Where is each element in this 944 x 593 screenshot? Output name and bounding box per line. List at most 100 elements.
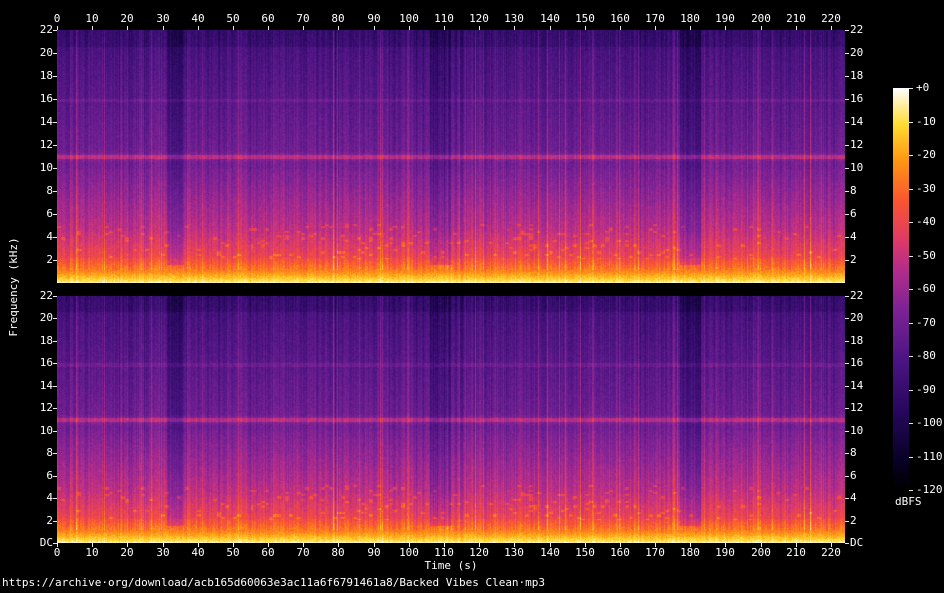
- x-tick-label-bottom: 180: [674, 547, 706, 559]
- axis-tick: [53, 363, 57, 364]
- axis-tick: [761, 543, 762, 547]
- x-tick-label-top: 20: [111, 13, 143, 25]
- axis-tick: [845, 30, 849, 31]
- spectrogram-channel-2: [57, 296, 845, 543]
- x-tick-label-top: 70: [287, 13, 319, 25]
- axis-tick: [303, 26, 304, 30]
- colorbar-tick-label: +0: [916, 82, 944, 94]
- axis-tick: [655, 26, 656, 30]
- axis-tick: [845, 431, 849, 432]
- axis-tick: [53, 237, 57, 238]
- axis-tick: [409, 543, 410, 547]
- colorbar-tick-label: -80: [916, 350, 944, 362]
- axis-tick: [845, 476, 849, 477]
- y-tick-label-right: 16: [850, 357, 878, 369]
- y-tick-label-left: 14: [25, 116, 53, 128]
- y-tick-label-left: 6: [25, 470, 53, 482]
- axis-tick: [338, 543, 339, 547]
- y-tick-label-left: 16: [25, 357, 53, 369]
- x-tick-label-bottom: 220: [815, 547, 847, 559]
- x-tick-label-bottom: 60: [252, 547, 284, 559]
- axis-tick: [53, 453, 57, 454]
- colorbar-tick-label: -20: [916, 149, 944, 161]
- x-tick-label-bottom: 100: [393, 547, 425, 559]
- axis-tick: [845, 260, 849, 261]
- x-tick-label-top: 190: [709, 13, 741, 25]
- x-tick-label-top: 100: [393, 13, 425, 25]
- axis-tick: [233, 543, 234, 547]
- y-tick-label-right: 14: [850, 380, 878, 392]
- axis-tick: [909, 155, 913, 156]
- x-tick-label-top: 50: [217, 13, 249, 25]
- y-tick-label-right: 10: [850, 162, 878, 174]
- axis-tick: [909, 356, 913, 357]
- axis-tick: [845, 543, 849, 544]
- y-tick-label-right: 2: [850, 254, 878, 266]
- time-axis-label: Time (s): [57, 560, 845, 572]
- axis-tick: [620, 26, 621, 30]
- axis-tick: [845, 521, 849, 522]
- x-tick-label-bottom: 80: [322, 547, 354, 559]
- axis-tick: [909, 323, 913, 324]
- axis-tick: [53, 168, 57, 169]
- x-tick-label-top: 90: [358, 13, 390, 25]
- y-tick-label-left: 22: [25, 24, 53, 36]
- source-url-text: https://archive·org/download/acb165d6006…: [2, 577, 545, 589]
- axis-tick: [57, 26, 58, 30]
- y-tick-label-right: 10: [850, 425, 878, 437]
- y-tick-label-right: 22: [850, 290, 878, 302]
- axis-tick: [796, 543, 797, 547]
- x-tick-label-bottom: 90: [358, 547, 390, 559]
- colorbar-tick-label: -100: [916, 417, 944, 429]
- x-tick-label-top: 40: [182, 13, 214, 25]
- colorbar-tick-label: -50: [916, 250, 944, 262]
- axis-tick: [690, 543, 691, 547]
- x-tick-label-top: 210: [780, 13, 812, 25]
- y-tick-label-right: 20: [850, 47, 878, 59]
- x-tick-label-top: 200: [745, 13, 777, 25]
- colorbar-tick-label: -10: [916, 116, 944, 128]
- x-tick-label-top: 130: [498, 13, 530, 25]
- colorbar-tick-label: -120: [916, 484, 944, 496]
- axis-tick: [725, 26, 726, 30]
- y-tick-label-left: 4: [25, 231, 53, 243]
- y-tick-label-right: 12: [850, 402, 878, 414]
- y-tick-label-left: 2: [25, 254, 53, 266]
- axis-tick: [514, 543, 515, 547]
- axis-tick: [550, 26, 551, 30]
- x-tick-label-top: 170: [639, 13, 671, 25]
- x-tick-label-top: 60: [252, 13, 284, 25]
- colorbar-tick-label: -90: [916, 384, 944, 396]
- x-tick-label-bottom: 50: [217, 547, 249, 559]
- x-tick-label-bottom: 130: [498, 547, 530, 559]
- x-tick-label-top: 150: [569, 13, 601, 25]
- x-tick-label-top: 110: [428, 13, 460, 25]
- axis-tick: [620, 543, 621, 547]
- y-tick-label-left: 20: [25, 47, 53, 59]
- axis-tick: [909, 222, 913, 223]
- axis-tick: [53, 30, 57, 31]
- x-tick-label-bottom: 140: [534, 547, 566, 559]
- axis-tick: [53, 191, 57, 192]
- y-tick-label-left: 16: [25, 93, 53, 105]
- y-tick-label-left: 12: [25, 139, 53, 151]
- y-tick-label-right: 6: [850, 208, 878, 220]
- axis-tick: [53, 521, 57, 522]
- axis-tick: [845, 191, 849, 192]
- axis-tick: [909, 457, 913, 458]
- y-tick-label-left: 20: [25, 312, 53, 324]
- axis-tick: [53, 53, 57, 54]
- axis-tick: [845, 145, 849, 146]
- axis-tick: [163, 543, 164, 547]
- axis-tick: [909, 189, 913, 190]
- x-tick-label-bottom: 70: [287, 547, 319, 559]
- axis-tick: [909, 390, 913, 391]
- axis-tick: [845, 296, 849, 297]
- x-tick-label-bottom: 120: [463, 547, 495, 559]
- axis-tick: [53, 386, 57, 387]
- axis-tick: [845, 53, 849, 54]
- y-tick-label-right: 8: [850, 447, 878, 459]
- y-tick-label-right: 8: [850, 185, 878, 197]
- axis-tick: [53, 99, 57, 100]
- axis-tick: [909, 289, 913, 290]
